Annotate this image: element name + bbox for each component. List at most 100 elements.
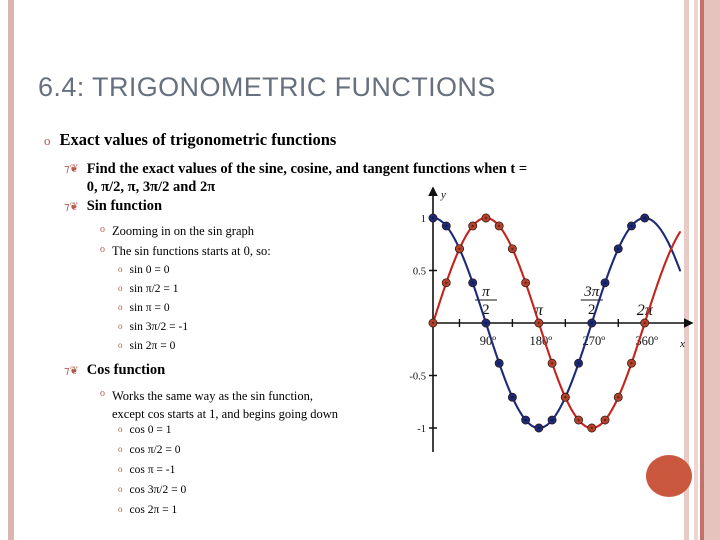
data-point-sine [468, 221, 478, 231]
bullet-ornament-icon: ⁊❦ [64, 200, 79, 213]
data-point-sine [613, 392, 623, 402]
cos-value: cos π/2 = 0 [129, 444, 181, 456]
data-point-sine [600, 415, 610, 425]
data-point-sine [441, 278, 451, 288]
data-point-cosine [507, 392, 517, 402]
sin-value: sin π/2 = 1 [129, 283, 179, 295]
bullet-circle-icon: o [118, 283, 123, 293]
data-point-sine [521, 278, 531, 288]
data-point-sine [627, 358, 636, 368]
svg-text:π: π [482, 284, 490, 300]
bullet-circle-icon: o [118, 264, 123, 274]
bullet-ornament-icon: ⁊❦ [64, 162, 79, 175]
bullet-sin-function: ⁊❦ Sin function [64, 198, 162, 215]
data-point-cosine [428, 213, 438, 223]
cos-value: cos 0 = 1 [129, 424, 172, 436]
bullet-circle-icon: o [100, 224, 105, 235]
bullet-circle-icon: o [118, 484, 123, 494]
bullet-text-line1: Works the same way as the sin function, [112, 389, 314, 403]
bullet-circle-icon: o [118, 321, 123, 331]
list-item-sin-pi-over-2: o sin π/2 = 1 [118, 282, 179, 297]
y-tick-label: -0.5 [409, 372, 426, 383]
bullet-circle-icon: o [118, 340, 123, 350]
bullet-sin-starts-at-zero: o The sin functions starts at 0, so: [100, 243, 271, 259]
bullet-circle-icon: o [118, 464, 123, 474]
data-point-cosine [600, 278, 610, 288]
data-point-cosine [494, 358, 504, 368]
data-point-cosine [547, 415, 557, 425]
bullet-circle-icon: o [100, 244, 105, 255]
bullet-circle-icon: o [118, 424, 123, 434]
bullet-text-group: Works the same way as the sin function, … [112, 387, 338, 423]
sin-value: sin 3π/2 = -1 [129, 321, 189, 333]
data-point-cosine [627, 221, 636, 231]
x-tick-degree-label: 180º [530, 334, 553, 348]
list-item-cos-3pi-over-2: o cos 3π/2 = 0 [118, 483, 186, 498]
slide-canvas: 6.4: TRIGONOMETRIC FUNCTIONS o Exact val… [0, 0, 720, 540]
bullet-cos-note: o Works the same way as the sin function… [100, 387, 420, 423]
decor-stripe-left [8, 0, 14, 540]
cos-value: cos 2π = 1 [129, 504, 178, 516]
page-title: 6.4: TRIGONOMETRIC FUNCTIONS [38, 72, 496, 102]
bullet-circle-icon: o [118, 504, 123, 514]
data-point-sine [481, 213, 491, 223]
y-tick-label: -1 [417, 424, 426, 435]
bullet-circle-icon: o [118, 444, 123, 454]
data-point-cosine [587, 318, 597, 328]
data-point-cosine [574, 358, 584, 368]
bullet-text: Cos function [86, 362, 166, 378]
data-point-cosine [640, 213, 650, 223]
decor-stripe-right-4 [704, 0, 720, 540]
decor-circle [646, 455, 692, 497]
bullet-zooming-in: o Zooming in on the sin graph [100, 223, 254, 239]
data-point-sine [507, 244, 517, 254]
data-point-sine [587, 423, 597, 433]
cos-value: cos 3π/2 = 0 [129, 484, 187, 496]
x-axis-label: x [679, 338, 685, 350]
data-point-sine [494, 221, 504, 231]
bullet-exact-values: o Exact values of trigonometric function… [44, 130, 336, 149]
data-point-cosine [481, 318, 491, 328]
list-item-sin-0: o sin 0 = 0 [118, 263, 170, 278]
svg-text:3π: 3π [583, 284, 600, 300]
y-tick-label: 0.5 [413, 267, 426, 278]
y-tick-label: 1 [421, 214, 426, 225]
bullet-cos-function: ⁊❦ Cos function [64, 362, 165, 379]
data-point-cosine [468, 278, 478, 288]
bullet-text: Sin function [86, 198, 163, 214]
bullet-text: Exact values of trigonometric functions [59, 130, 337, 149]
trig-graph-svg: yx10.5-0.5-1π2 π3π2 2π90º 180º 270º 360º [409, 186, 694, 452]
bullet-text-line2: except cos starts at 1, and begins going… [112, 407, 338, 421]
data-point-cosine [534, 423, 544, 433]
data-point-sine [560, 392, 570, 402]
data-point-cosine [521, 415, 531, 425]
sin-value: sin π = 0 [129, 302, 170, 314]
bullet-ornament-icon: ⁊❦ [64, 364, 79, 377]
cos-value: cos π = -1 [129, 464, 176, 476]
data-point-sine [428, 318, 438, 328]
list-item-cos-pi: o cos π = -1 [118, 463, 175, 478]
list-item-cos-pi-over-2: o cos π/2 = 0 [118, 443, 180, 458]
bullet-circle-icon: o [44, 133, 51, 148]
list-item-sin-2pi: o sin 2π = 0 [118, 339, 175, 354]
data-point-sine [640, 318, 650, 328]
data-point-sine [574, 415, 584, 425]
bullet-circle-icon: o [100, 388, 105, 399]
list-item-sin-3pi-over-2: o sin 3π/2 = -1 [118, 320, 188, 335]
trig-graph: y x 1 0.5 -0.5 -1 π 2 π 3π 2 2π 90º 180º 270º 360º [400, 176, 700, 456]
data-point-sine [547, 358, 557, 368]
bullet-text: Zooming in on the sin graph [112, 224, 254, 238]
data-point-sine [455, 244, 464, 254]
data-point-cosine [613, 244, 623, 254]
bullet-text-line1: Find the exact values of the sine, cosin… [86, 161, 528, 177]
y-axis-label: y [440, 189, 446, 201]
bullet-text: The sin functions starts at 0, so: [112, 244, 271, 258]
data-point-sine [534, 318, 544, 328]
list-item-cos-0: o cos 0 = 1 [118, 423, 171, 438]
list-item-sin-pi: o sin π = 0 [118, 301, 170, 316]
bullet-circle-icon: o [118, 302, 123, 312]
bullet-text-line2: 0, π/2, π, 3π/2 and 2π [86, 179, 216, 195]
list-item-cos-2pi: o cos 2π = 1 [118, 503, 177, 518]
sin-value: sin 0 = 0 [129, 264, 170, 276]
sin-value: sin 2π = 0 [129, 340, 176, 352]
